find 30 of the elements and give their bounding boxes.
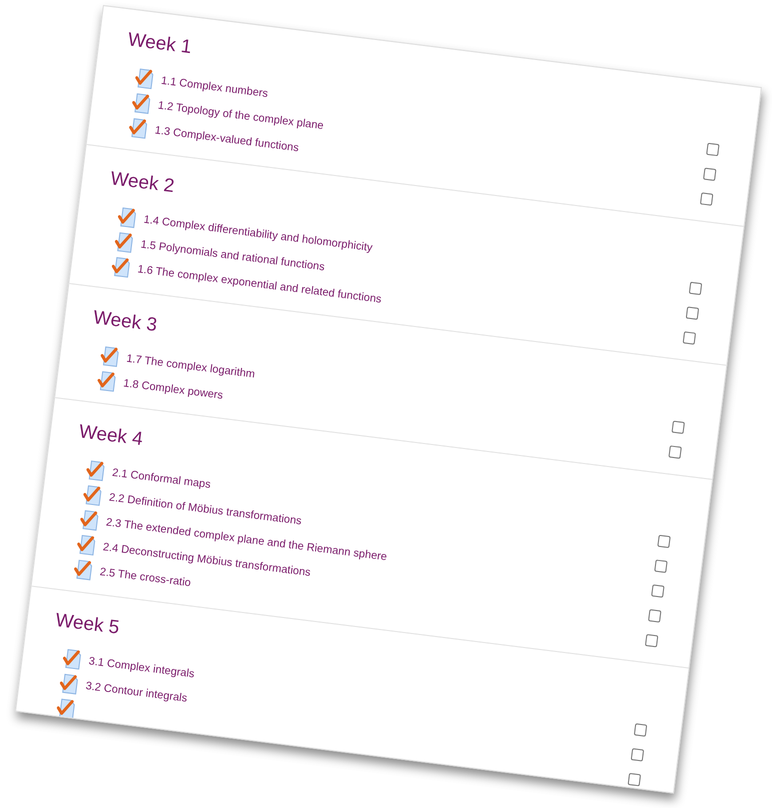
completion-checkbox[interactable] xyxy=(630,748,644,761)
page-check-icon xyxy=(56,697,78,720)
week-heading: Week 3 xyxy=(92,307,158,338)
completion-checkbox[interactable] xyxy=(645,634,658,647)
page-check-icon xyxy=(110,256,133,278)
completion-checkbox[interactable] xyxy=(686,306,700,320)
activity-link[interactable]: 2.1 Conformal maps xyxy=(112,466,212,490)
completion-checkbox[interactable] xyxy=(628,772,642,786)
completion-checkbox[interactable] xyxy=(648,608,662,622)
completion-checkbox[interactable] xyxy=(688,281,702,295)
completion-checkbox[interactable] xyxy=(654,559,668,572)
activity-link[interactable]: 3.1 Complex integrals xyxy=(88,654,196,680)
page-check-icon xyxy=(79,508,102,532)
completion-checkbox[interactable] xyxy=(651,584,665,598)
completion-checkbox[interactable] xyxy=(657,534,671,548)
activity-link[interactable]: 3.2 Contour integrals xyxy=(85,680,188,704)
page-check-icon xyxy=(134,67,156,90)
week-heading: Week 1 xyxy=(126,29,193,60)
completion-checkbox[interactable] xyxy=(706,142,720,156)
completion-checkbox[interactable] xyxy=(672,420,685,434)
completion-checkbox[interactable] xyxy=(634,722,648,736)
week-heading: Week 2 xyxy=(109,168,176,198)
week-heading: Week 4 xyxy=(78,421,144,452)
completion-checkbox[interactable] xyxy=(700,192,714,206)
completion-checkbox[interactable] xyxy=(682,330,696,344)
week-heading: Week 5 xyxy=(54,610,120,640)
completion-checkbox[interactable] xyxy=(668,444,682,458)
activity-link[interactable]: 1.1 Complex numbers xyxy=(160,74,269,100)
completion-checkbox[interactable] xyxy=(703,167,716,180)
activity-link[interactable]: 2.5 The cross-ratio xyxy=(99,566,192,589)
